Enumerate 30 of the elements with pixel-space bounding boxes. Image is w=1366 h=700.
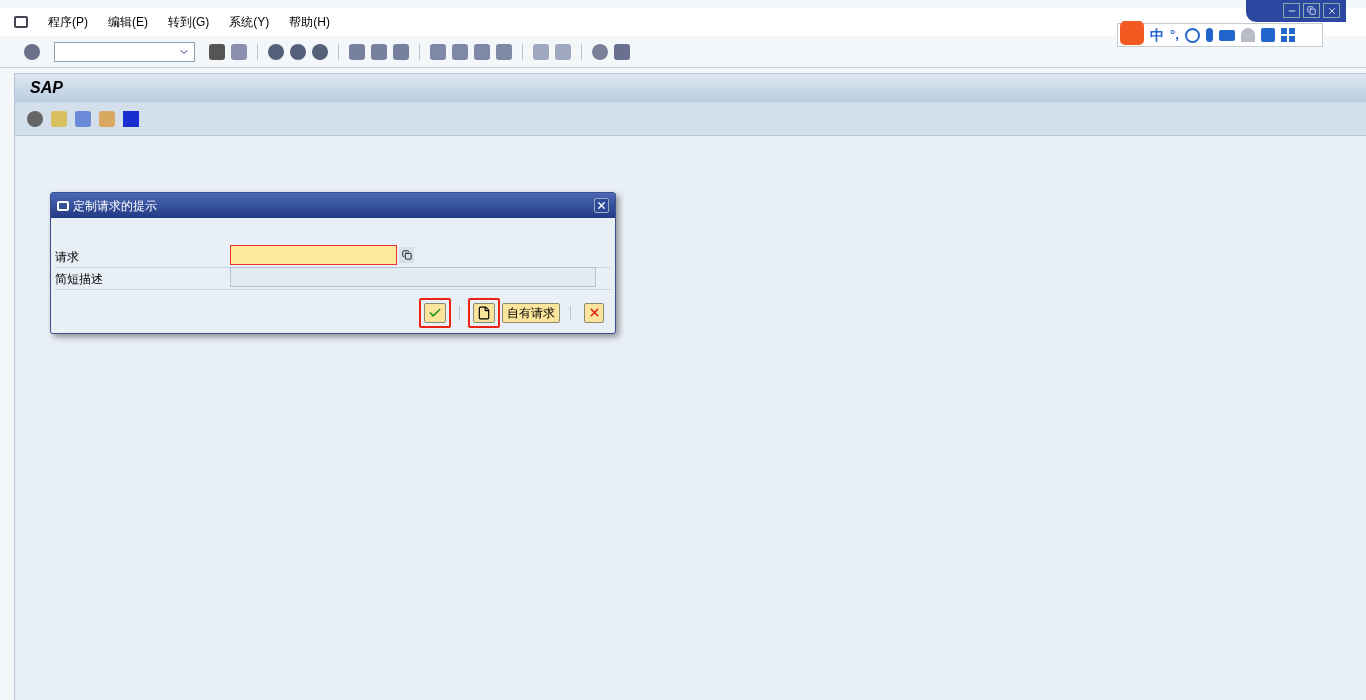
field-label: 简短描述 [55, 271, 104, 288]
field-label: 请求 [55, 249, 80, 266]
menu-item[interactable]: 系统(Y) [229, 13, 270, 31]
input-mode[interactable]: 中 [1150, 24, 1164, 46]
menu-item[interactable]: 编辑(E) [108, 13, 148, 31]
menu-icon[interactable] [14, 16, 28, 28]
menu-item[interactable]: 转到(G) [168, 13, 210, 31]
punctuation-mode[interactable]: °, [1170, 25, 1179, 45]
command-field[interactable] [54, 41, 195, 62]
cancel-button[interactable] [584, 302, 604, 323]
document-icon [477, 305, 491, 320]
search-help-button[interactable] [399, 247, 414, 263]
dialog-title: 定制请求的提示 [73, 197, 158, 215]
screen-title: SAP [30, 78, 63, 98]
close-icon [596, 200, 607, 211]
input-field[interactable] [230, 245, 397, 265]
input-field[interactable] [230, 267, 596, 287]
close-icon [1326, 5, 1337, 16]
logo-icon [1120, 21, 1144, 45]
restore-icon [1307, 6, 1316, 15]
close-icon [587, 306, 601, 319]
new-request-button[interactable]: 自有请求 [502, 302, 560, 323]
close-button[interactable] [594, 198, 609, 213]
menu-item[interactable]: 程序(P) [48, 13, 88, 31]
minimize-button[interactable] [1283, 3, 1300, 18]
dialog-icon [57, 200, 69, 211]
close-button[interactable] [1323, 3, 1340, 18]
menu-item[interactable]: 帮助(H) [289, 13, 330, 31]
grid-icon[interactable] [1280, 28, 1295, 42]
restore-button[interactable] [1303, 3, 1320, 18]
